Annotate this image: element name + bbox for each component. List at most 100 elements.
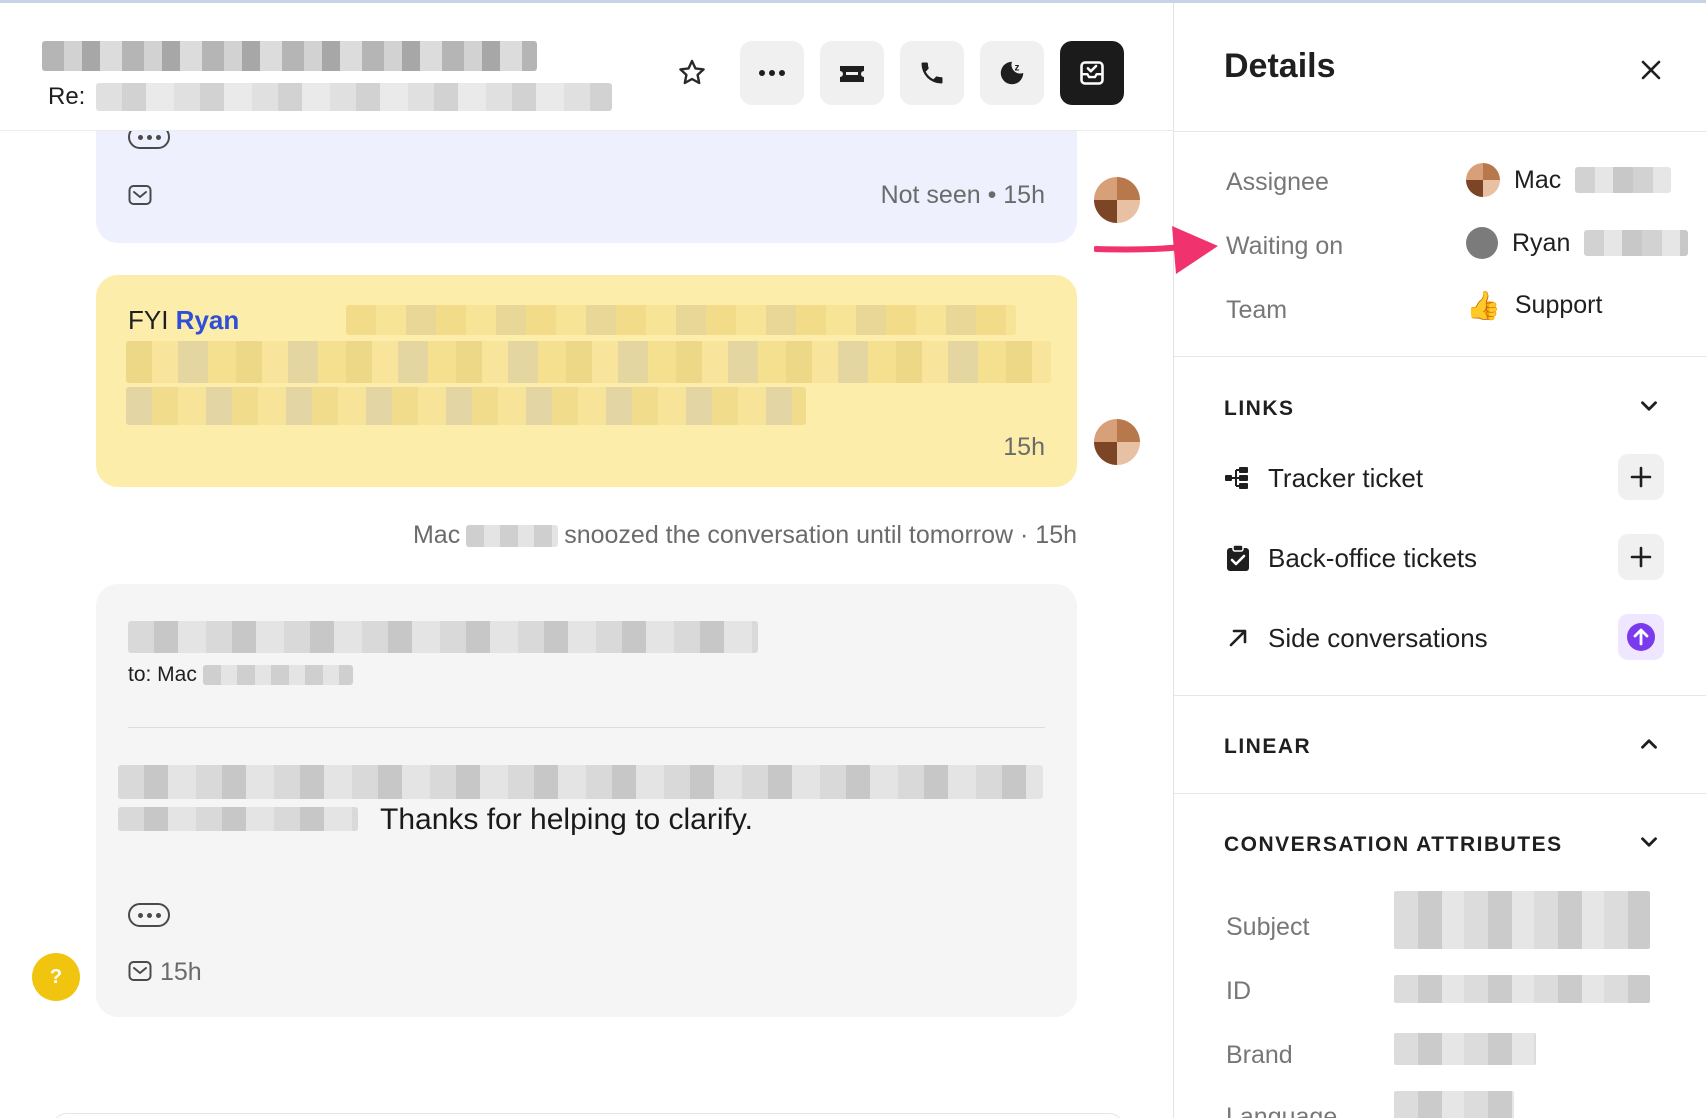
waiting-on-name: Ryan — [1512, 228, 1571, 257]
redacted-text — [118, 765, 1043, 799]
conversation-pane: Not seen • 15h 15h FYI Ryan Mac snoozed … — [0, 3, 1173, 1118]
redacted-name — [1584, 230, 1689, 256]
team-value[interactable]: 👍 Support — [1466, 291, 1602, 320]
event-text: snoozed the conversation until tomorrow … — [564, 521, 1077, 549]
email-channel-icon — [128, 185, 152, 205]
message-status: Not seen • 15h — [880, 181, 1045, 209]
event-actor: Mac — [412, 521, 461, 549]
annotation-arrow-icon — [1094, 226, 1218, 274]
id-value[interactable] — [1394, 975, 1650, 1003]
convert-to-ticket-button[interactable] — [820, 41, 884, 105]
avatar — [1466, 163, 1500, 197]
link-side-conversations[interactable]: Side conversations — [1224, 613, 1664, 663]
phone-icon — [921, 62, 943, 84]
plus-icon — [1630, 546, 1652, 568]
subject-value[interactable] — [1394, 891, 1650, 949]
language-value[interactable] — [1394, 1091, 1514, 1118]
email-divider — [128, 727, 1045, 728]
divider — [1174, 695, 1706, 696]
redacted-email-address — [42, 41, 537, 71]
thumbs-up-icon: 👍 — [1466, 289, 1501, 321]
conversation-attributes-heading: CONVERSATION ATTRIBUTES — [1224, 833, 1563, 856]
redacted-text — [118, 807, 358, 831]
mention-ryan[interactable]: Ryan — [176, 305, 240, 335]
recipient-label: to: Mac — [128, 663, 197, 686]
email-timestamp: 15h — [160, 958, 202, 986]
details-title: Details — [1224, 47, 1336, 85]
more-options-button[interactable] — [740, 41, 804, 105]
redacted-name — [466, 524, 559, 547]
email-channel-icon — [128, 961, 152, 981]
redacted-subject — [96, 83, 612, 111]
message-bubble-outbound: Not seen • 15h — [96, 121, 1077, 243]
expand-quoted-button[interactable] — [128, 903, 170, 927]
brand-value[interactable] — [1394, 1033, 1536, 1065]
link-tracker-ticket[interactable]: Tracker ticket — [1224, 453, 1664, 503]
redacted-sender — [128, 621, 758, 653]
team-label: Team — [1226, 296, 1288, 324]
upgrade-side-conversations-button[interactable] — [1618, 614, 1664, 660]
clipboard-check-icon — [1224, 544, 1252, 572]
redacted-text — [126, 387, 806, 425]
add-tracker-ticket-button[interactable] — [1618, 454, 1664, 500]
link-label: Side conversations — [1268, 622, 1488, 653]
email-recipient: to: Mac — [128, 663, 353, 687]
subject-prefix: Re: — [48, 83, 86, 110]
reply-composer[interactable] — [52, 1113, 1124, 1118]
redacted-text — [346, 305, 1016, 335]
links-heading: LINKS — [1224, 397, 1295, 420]
close-conversation-button[interactable] — [1060, 41, 1124, 105]
chevron-down-icon[interactable] — [1636, 829, 1662, 855]
inbox-check-icon — [1080, 61, 1104, 85]
snooze-button[interactable]: z — [980, 41, 1044, 105]
link-label: Tracker ticket — [1268, 462, 1424, 493]
divider — [1174, 793, 1706, 794]
plus-icon — [1630, 466, 1652, 488]
note-timestamp: 15h — [1003, 433, 1045, 461]
internal-note-bubble: 15h — [96, 275, 1077, 487]
waiting-on-label: Waiting on — [1226, 232, 1344, 260]
avatar-placeholder-icon — [1466, 227, 1498, 259]
linear-heading: LINEAR — [1224, 735, 1312, 758]
redacted-email — [202, 665, 353, 686]
conversation-header: Re: z — [0, 3, 1173, 131]
redacted-name — [1575, 167, 1672, 193]
assignee-value[interactable]: Mac — [1466, 163, 1672, 197]
ticket-icon — [840, 66, 864, 82]
note-text: FYI Ryan — [128, 305, 239, 336]
close-details-button[interactable] — [1634, 53, 1668, 87]
note-prefix: FYI — [128, 305, 176, 335]
svg-text:z: z — [1015, 63, 1020, 74]
header-actions: z — [660, 41, 1124, 105]
assignee-name: Mac — [1514, 165, 1562, 194]
ellipsis-icon — [759, 70, 785, 76]
help-button[interactable]: ? — [32, 953, 80, 1001]
upgrade-arrow-icon — [1627, 623, 1655, 651]
team-name: Support — [1514, 291, 1603, 319]
link-back-office-tickets[interactable]: Back-office tickets — [1224, 533, 1664, 583]
avatar — [1094, 177, 1140, 223]
add-back-office-ticket-button[interactable] — [1618, 534, 1664, 580]
snooze-moon-icon: z — [1000, 61, 1024, 85]
assignee-label: Assignee — [1226, 168, 1329, 196]
star-icon — [679, 59, 705, 85]
attribute-label-id: ID — [1226, 977, 1251, 1005]
email-body-text: Thanks for helping to clarify. — [380, 803, 753, 836]
snooze-event: Mac snoozed the conversation until tomor… — [413, 521, 1077, 550]
star-button[interactable] — [660, 41, 724, 105]
divider — [1174, 131, 1706, 132]
waiting-on-value[interactable]: Ryan — [1466, 227, 1689, 259]
redacted-text — [126, 341, 1051, 383]
close-icon — [1641, 60, 1661, 80]
details-panel: Details Assignee Mac Waiting on Ryan Tea… — [1173, 3, 1706, 1118]
chevron-down-icon[interactable] — [1636, 393, 1662, 419]
call-button[interactable] — [900, 41, 964, 105]
tracker-icon — [1224, 464, 1252, 492]
arrow-up-right-icon — [1224, 624, 1252, 652]
attribute-label-brand: Brand — [1226, 1041, 1293, 1069]
chevron-up-icon[interactable] — [1636, 731, 1662, 757]
attribute-label-subject: Subject — [1226, 913, 1310, 941]
divider — [1174, 356, 1706, 357]
avatar — [1094, 419, 1140, 465]
attribute-label-language: Language — [1226, 1103, 1338, 1118]
